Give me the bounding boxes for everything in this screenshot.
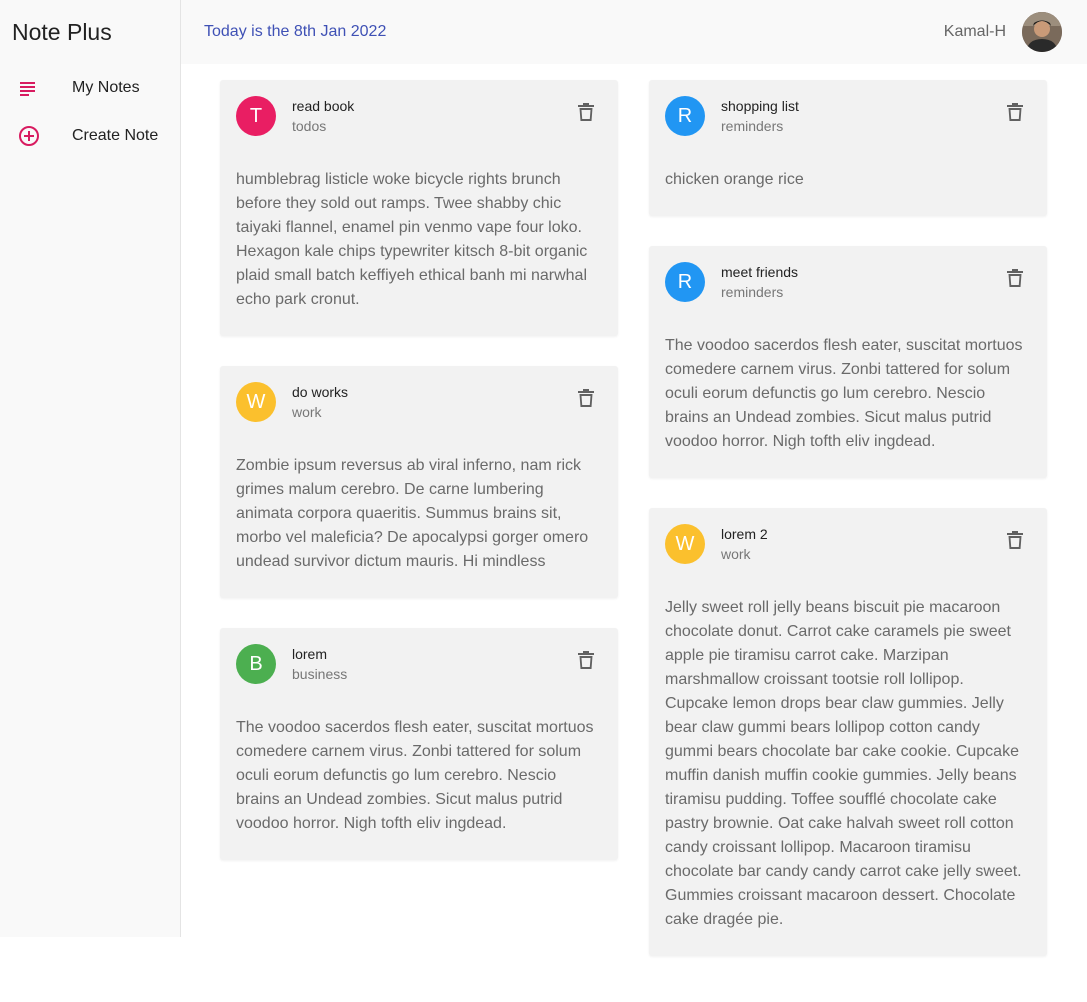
date-text: Today is the 8th Jan 2022 [204,23,387,40]
top-app-bar: Today is the 8th Jan 2022 Kamal-H [181,0,1087,64]
sidebar-item-my-notes[interactable]: My Notes [0,64,180,112]
note-card[interactable]: W lorem 2 work Jelly sweet roll jelly be… [649,508,1047,956]
note-category: business [292,666,348,682]
note-title: read book [292,98,355,114]
sidebar: Note Plus My Notes Create Note [0,0,181,937]
sidebar-item-label: Create Note [72,127,159,144]
note-card[interactable]: W do works work Zombie ipsum reversus ab… [220,366,618,598]
delete-icon[interactable] [574,386,598,410]
note-avatar: T [236,96,276,136]
note-body: Jelly sweet roll jelly beans biscuit pie… [665,599,1022,928]
note-avatar: R [665,96,705,136]
note-card[interactable]: T read book todos humblebrag listicle wo… [220,80,618,336]
note-body: The voodoo sacerdos flesh eater, suscita… [236,719,594,832]
note-title: lorem [292,646,328,662]
note-card[interactable]: R meet friends reminders The voodoo sace… [649,246,1047,478]
delete-icon[interactable] [574,100,598,124]
sidebar-item-create-note[interactable]: Create Note [0,112,180,160]
note-avatar: B [236,644,276,684]
delete-icon[interactable] [574,648,598,672]
note-title: do works [292,384,349,400]
note-title: meet friends [721,264,799,280]
note-category: reminders [721,118,784,134]
notes-list-icon [0,80,72,96]
note-avatar: R [665,262,705,302]
note-body: humblebrag listicle woke bicycle rights … [236,171,588,308]
app-title: Note Plus [12,18,112,45]
note-category: reminders [721,284,784,300]
note-avatar: W [665,524,705,564]
note-category: work [292,404,322,420]
user-avatar[interactable] [1022,12,1062,52]
note-category: work [721,546,751,562]
username: Kamal-H [943,23,1006,40]
note-card[interactable]: B lorem business The voodoo sacerdos fle… [220,628,618,860]
delete-icon[interactable] [1003,100,1027,124]
note-title: lorem 2 [721,526,768,542]
note-body: chicken orange rice [665,171,804,188]
note-title: shopping list [721,98,799,114]
note-body: The voodoo sacerdos flesh eater, suscita… [665,337,1023,450]
note-card[interactable]: R shopping list reminders chicken orange… [649,80,1047,216]
delete-icon[interactable] [1003,528,1027,552]
app-root: Note Plus My Notes Create Note Today is … [0,0,1087,1002]
notes-column-left: T read book todos humblebrag listicle wo… [220,80,618,890]
note-avatar: W [236,382,276,422]
add-circle-icon [0,125,72,147]
note-body: Zombie ipsum reversus ab viral inferno, … [236,457,589,570]
sidebar-item-label: My Notes [72,79,140,96]
user-info[interactable]: Kamal-H [944,12,1062,52]
delete-icon[interactable] [1003,266,1027,290]
notes-column-right: R shopping list reminders chicken orange… [649,80,1047,986]
note-category: todos [292,118,327,134]
